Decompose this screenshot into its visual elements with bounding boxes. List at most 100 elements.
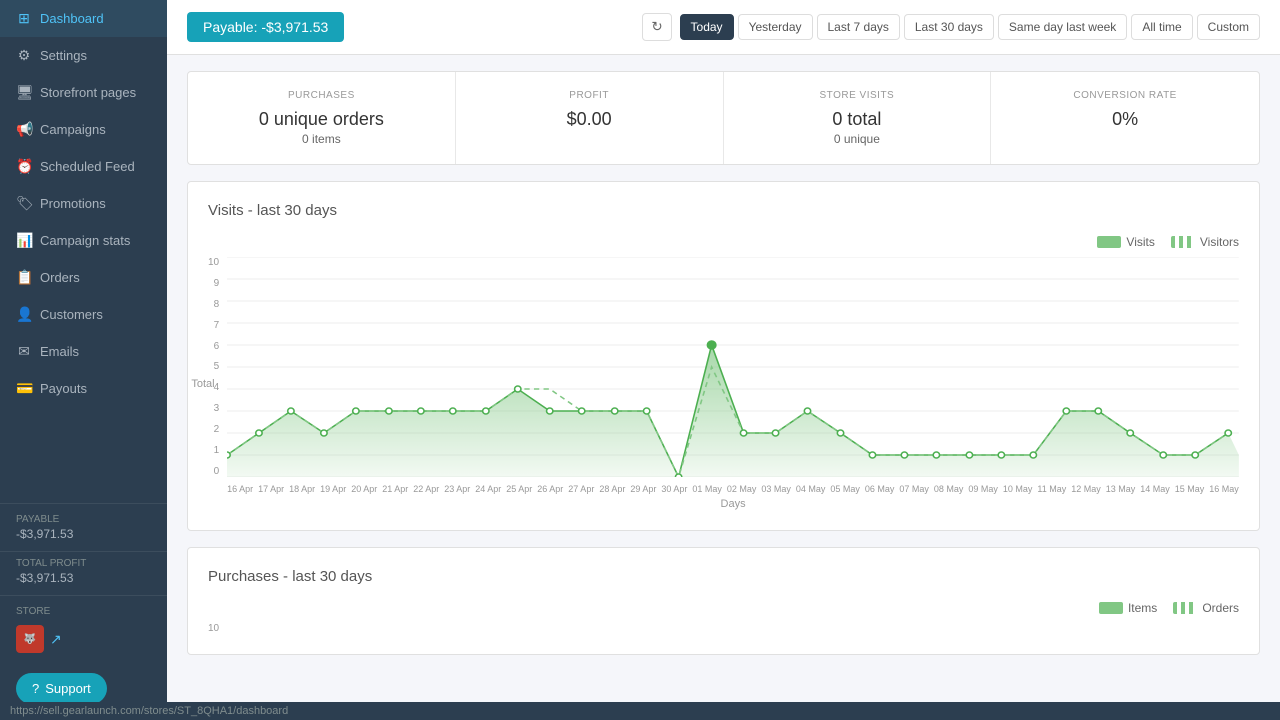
visits-chart-section: Visits - last 30 days Visits Visitors 10… bbox=[187, 181, 1260, 531]
sidebar-item-campaigns[interactable]: 📢 Campaigns bbox=[0, 111, 167, 148]
stat-conversion-rate: CONVERSION RATE 0% bbox=[991, 72, 1259, 164]
sidebar-item-label: Settings bbox=[40, 48, 87, 63]
purchases-legend-orders-label: Orders bbox=[1202, 601, 1239, 615]
support-label: Support bbox=[45, 681, 91, 696]
time-filter-same-day[interactable]: Same day last week bbox=[998, 14, 1127, 40]
time-filter-yesterday[interactable]: Yesterday bbox=[738, 14, 813, 40]
purchases-legend-orders: Orders bbox=[1173, 601, 1239, 615]
visits-chart-svg bbox=[227, 257, 1239, 477]
time-filters: ↻ Today Yesterday Last 7 days Last 30 da… bbox=[642, 13, 1260, 41]
stat-purchases-label: PURCHASES bbox=[208, 90, 435, 101]
sidebar-item-label: Emails bbox=[40, 344, 79, 359]
sidebar-item-storefront[interactable]: 🖥 Storefront pages bbox=[0, 74, 167, 111]
payable-label: PAYABLE bbox=[16, 514, 151, 525]
payouts-icon: 💳 bbox=[16, 380, 32, 397]
customers-icon: 👤 bbox=[16, 306, 32, 323]
purchases-legend-dashed bbox=[1173, 602, 1197, 614]
topbar: Payable: -$3,971.53 ↻ Today Yesterday La… bbox=[167, 0, 1280, 55]
sidebar-item-campaign-stats[interactable]: 📊 Campaign stats bbox=[0, 222, 167, 259]
y-axis-5: 5 bbox=[208, 361, 219, 372]
purchases-y-axis-10: 10 bbox=[208, 623, 219, 634]
sidebar-item-orders[interactable]: 📋 Orders bbox=[0, 259, 167, 296]
y-axis-8: 8 bbox=[208, 299, 219, 310]
sidebar-item-promotions[interactable]: 🏷 Promotions bbox=[0, 185, 167, 222]
stat-store-visits: STORE VISITS 0 total 0 unique bbox=[724, 72, 992, 164]
sidebar-item-emails[interactable]: ✉ Emails bbox=[0, 333, 167, 370]
store-label: STORE bbox=[16, 606, 151, 617]
main-content: Payable: -$3,971.53 ↻ Today Yesterday La… bbox=[167, 0, 1280, 720]
total-profit-value: -$3,971.53 bbox=[16, 571, 151, 585]
purchases-chart-section: Purchases - last 30 days Items Orders 10 bbox=[187, 547, 1260, 655]
store-thumbnail: 🐺 bbox=[16, 625, 44, 653]
stats-grid: PURCHASES 0 unique orders 0 items PROFIT… bbox=[187, 71, 1260, 165]
sidebar-item-payouts[interactable]: 💳 Payouts bbox=[0, 370, 167, 407]
y-axis-3: 3 bbox=[208, 403, 219, 414]
bottom-bar: https://sell.gearlaunch.com/stores/ST_8Q… bbox=[0, 702, 1280, 720]
stat-profit-label: PROFIT bbox=[476, 90, 703, 101]
time-filter-custom[interactable]: Custom bbox=[1197, 14, 1260, 40]
visits-legend-visitors-label: Visitors bbox=[1200, 235, 1239, 249]
store-logo: 🐺 ↗ bbox=[16, 625, 151, 653]
refresh-button[interactable]: ↻ bbox=[642, 13, 671, 41]
orders-icon: 📋 bbox=[16, 269, 32, 286]
purchases-legend-solid bbox=[1099, 602, 1123, 614]
emails-icon: ✉ bbox=[16, 343, 32, 360]
stat-conversion-rate-main: 0% bbox=[1011, 109, 1239, 130]
y-axis-6: 6 bbox=[208, 341, 219, 352]
stat-store-visits-sub: 0 unique bbox=[744, 132, 971, 146]
sidebar: ⊞ Dashboard ⚙ Settings 🖥 Storefront page… bbox=[0, 0, 167, 720]
sidebar-item-label: Dashboard bbox=[40, 11, 104, 26]
stat-profit-main: $0.00 bbox=[476, 109, 703, 130]
payable-value: -$3,971.53 bbox=[16, 527, 151, 541]
stat-conversion-rate-label: CONVERSION RATE bbox=[1011, 90, 1239, 101]
visits-legend-dashed bbox=[1171, 236, 1195, 248]
store-external-link[interactable]: ↗ bbox=[50, 631, 62, 648]
visits-legend-solid bbox=[1097, 236, 1121, 248]
sidebar-item-label: Campaign stats bbox=[40, 233, 130, 248]
sidebar-item-customers[interactable]: 👤 Customers bbox=[0, 296, 167, 333]
y-axis-7: 7 bbox=[208, 320, 219, 331]
visits-chart-title: Visits - last 30 days bbox=[208, 202, 1239, 219]
y-axis-label: Total bbox=[192, 378, 215, 390]
sidebar-item-label: Campaigns bbox=[40, 122, 106, 137]
total-profit-label: TOTAL PROFIT bbox=[16, 558, 151, 569]
sidebar-item-label: Orders bbox=[40, 270, 80, 285]
dashboard-icon: ⊞ bbox=[16, 10, 32, 27]
campaign-stats-icon: 📊 bbox=[16, 232, 32, 249]
sidebar-item-label: Storefront pages bbox=[40, 85, 136, 100]
sidebar-item-label: Promotions bbox=[40, 196, 106, 211]
x-axis-label: Days bbox=[227, 498, 1239, 510]
time-filter-last30[interactable]: Last 30 days bbox=[904, 14, 994, 40]
y-axis-0: 0 bbox=[208, 466, 219, 477]
settings-icon: ⚙ bbox=[16, 47, 32, 64]
y-axis-2: 2 bbox=[208, 424, 219, 435]
y-axis-1: 1 bbox=[208, 445, 219, 456]
visits-legend-visits: Visits bbox=[1097, 235, 1154, 249]
sidebar-item-scheduled-feed[interactable]: ⏰ Scheduled Feed bbox=[0, 148, 167, 185]
time-filter-today[interactable]: Today bbox=[680, 14, 734, 40]
purchases-legend-items: Items bbox=[1099, 601, 1157, 615]
time-filter-last7[interactable]: Last 7 days bbox=[817, 14, 900, 40]
x-axis-labels: 16 Apr 17 Apr 18 Apr 19 Apr 20 Apr 21 Ap… bbox=[227, 484, 1239, 494]
y-axis-10: 10 bbox=[208, 257, 219, 268]
visits-legend-visitors: Visitors bbox=[1171, 235, 1239, 249]
y-axis-9: 9 bbox=[208, 278, 219, 289]
visits-legend-visits-label: Visits bbox=[1126, 235, 1154, 249]
stat-store-visits-main: 0 total bbox=[744, 109, 971, 130]
promotions-icon: 🏷 bbox=[16, 195, 32, 212]
sidebar-item-label: Scheduled Feed bbox=[40, 159, 135, 174]
sidebar-item-label: Payouts bbox=[40, 381, 87, 396]
support-button[interactable]: ? Support bbox=[16, 673, 107, 704]
campaigns-icon: 📢 bbox=[16, 121, 32, 138]
stat-purchases: PURCHASES 0 unique orders 0 items bbox=[188, 72, 456, 164]
sidebar-item-dashboard[interactable]: ⊞ Dashboard bbox=[0, 0, 167, 37]
support-icon: ? bbox=[32, 681, 39, 696]
bottom-bar-url: https://sell.gearlaunch.com/stores/ST_8Q… bbox=[10, 705, 288, 717]
sidebar-item-label: Customers bbox=[40, 307, 103, 322]
purchases-chart-legend: Items Orders bbox=[208, 601, 1239, 615]
time-filter-alltime[interactable]: All time bbox=[1131, 14, 1192, 40]
payable-badge: Payable: -$3,971.53 bbox=[187, 12, 344, 42]
purchases-chart-title: Purchases - last 30 days bbox=[208, 568, 1239, 585]
sidebar-item-settings[interactable]: ⚙ Settings bbox=[0, 37, 167, 74]
stat-purchases-main: 0 unique orders bbox=[208, 109, 435, 130]
